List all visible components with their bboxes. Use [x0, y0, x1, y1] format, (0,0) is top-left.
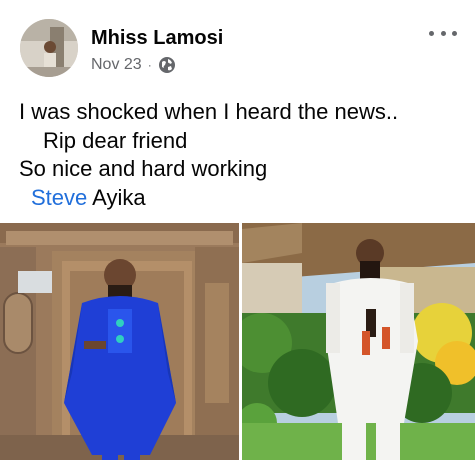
- post-text: I was shocked when I heard the news.. Ri…: [19, 98, 464, 212]
- photo-man-in-white-outfit[interactable]: [242, 223, 475, 460]
- author-avatar[interactable]: [20, 19, 78, 77]
- mention-link[interactable]: Steve: [31, 185, 87, 210]
- post-date[interactable]: Nov 23: [91, 56, 142, 74]
- post-text-line-4: Steve Ayika: [19, 184, 464, 213]
- author-name[interactable]: Mhiss Lamosi: [91, 27, 223, 50]
- mention-surname: Ayika: [92, 184, 146, 210]
- globe-icon[interactable]: [158, 56, 176, 74]
- post-meta: Nov 23 ·: [91, 56, 176, 74]
- more-options-icon[interactable]: [426, 20, 460, 46]
- post-text-line-3: So nice and hard working: [19, 156, 268, 181]
- post-text-line-2: Rip dear friend: [43, 127, 188, 153]
- post-text-line-1: I was shocked when I heard the news..: [19, 99, 399, 124]
- meta-separator: ·: [147, 58, 152, 72]
- photo-man-in-blue-agbada[interactable]: [0, 223, 239, 460]
